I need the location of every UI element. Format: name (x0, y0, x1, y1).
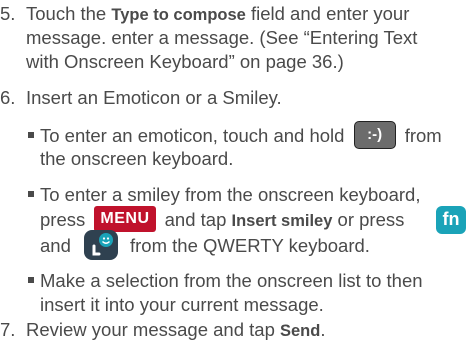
step-6: 6. Insert an Emoticon or a Smiley. (0, 86, 282, 110)
step-5-line-3: with Onscreen Keyboard” on page 36.) (26, 51, 344, 72)
step-text: Touch the (26, 3, 112, 24)
bullet-text: or press (332, 209, 405, 230)
bullet-icon (28, 131, 34, 138)
step-5-line-2: message. enter a message. (See “Entering… (26, 27, 418, 48)
bullet-text: To enter a smiley from the onscreen keyb… (40, 184, 421, 205)
bullet-smiley-line-1: To enter a smiley from the onscreen keyb… (28, 183, 420, 207)
step-number: 6. (0, 87, 16, 108)
bullet-selection-line-1: Make a selection from the onscreen list … (28, 269, 423, 293)
menu-key-icon: MENU (94, 206, 156, 233)
step-7: 7. Review your message and tap Send. (0, 318, 325, 343)
bullet-text: from (399, 124, 442, 146)
fn-key-icon: fn (436, 206, 466, 234)
bullet-icon (28, 191, 34, 197)
step-text: field and enter your (245, 3, 410, 24)
step-text: . (320, 319, 326, 340)
send-label: Send (280, 322, 321, 340)
emoticon-key-icon (84, 230, 118, 260)
emoticon-key-glyph (92, 233, 113, 256)
bullet-smiley-line-3-a: and (40, 235, 71, 256)
insert-smiley-label: Insert smiley (231, 212, 333, 230)
step-text: Insert an Emoticon or a Smiley. (26, 87, 282, 108)
type-to-compose-label: Type to compose (111, 6, 246, 24)
step-5-line-1: 5. Touch the Type to compose field and en… (0, 2, 409, 27)
step-number: 5. (0, 3, 16, 24)
step-number: 7. (0, 319, 16, 340)
bullet-emoticon-line-2: the onscreen keyboard. (40, 148, 234, 169)
bullet-text: Make a selection from the onscreen list … (40, 270, 423, 291)
bullet-text: press (40, 209, 91, 230)
bullet-text: and tap (159, 209, 232, 230)
step-text: Review your message and tap (26, 319, 280, 340)
bullet-icon (28, 277, 34, 283)
bullet-selection-line-2: insert it into your current message. (40, 294, 324, 315)
bullet-text: To enter an emoticon, touch and hold (40, 124, 350, 146)
smiley-key-icon: :-) (353, 121, 396, 149)
bullet-smiley-line-3-b: from the QWERTY keyboard. (130, 235, 370, 256)
